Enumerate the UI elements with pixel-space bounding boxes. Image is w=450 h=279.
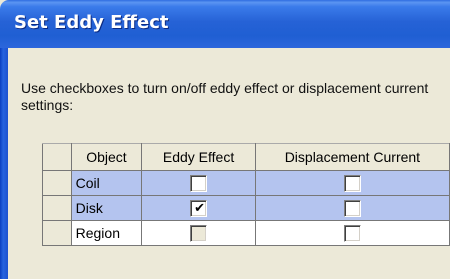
grid-header-row: Object Eddy Effect Displacement Current [42,143,450,171]
displacement-current-checkbox[interactable] [343,224,361,242]
row-selector[interactable] [42,170,72,196]
object-name-cell: Region [70,220,143,246]
row-selector[interactable] [42,220,72,246]
displacement-current-cell [254,195,450,221]
eddy-effect-cell [141,220,256,246]
header-selector [42,143,72,171]
table-row[interactable]: Disk ✔ [42,195,450,221]
table-row[interactable]: Region [42,220,450,246]
displacement-current-checkbox[interactable] [343,174,361,192]
displacement-current-checkbox[interactable] [343,199,361,217]
header-object[interactable]: Object [70,143,143,171]
header-eddy-effect[interactable]: Eddy Effect [141,143,256,171]
eddy-effect-cell [141,170,256,196]
header-displacement-current[interactable]: Displacement Current [254,143,450,171]
set-eddy-effect-dialog: Set Eddy Effect Use checkboxes to turn o… [0,0,450,279]
window-frame-left [0,48,8,279]
objects-grid: Object Eddy Effect Displacement Current … [42,143,450,246]
table-row[interactable]: Coil [42,170,450,196]
object-name-cell: Disk [70,195,143,221]
instructions-text: Use checkboxes to turn on/off eddy effec… [21,80,429,113]
checkmark-icon: ✔ [194,200,205,216]
eddy-effect-checkbox[interactable] [190,174,208,192]
row-selector[interactable] [42,195,72,221]
eddy-effect-cell: ✔ [141,195,256,221]
displacement-current-cell [254,220,450,246]
object-name-cell: Coil [70,170,143,196]
eddy-effect-checkbox[interactable]: ✔ [190,199,208,217]
eddy-effect-checkbox [190,224,208,242]
window-title: Set Eddy Effect [14,12,169,33]
displacement-current-cell [254,170,450,196]
title-bar[interactable]: Set Eddy Effect [0,0,450,48]
